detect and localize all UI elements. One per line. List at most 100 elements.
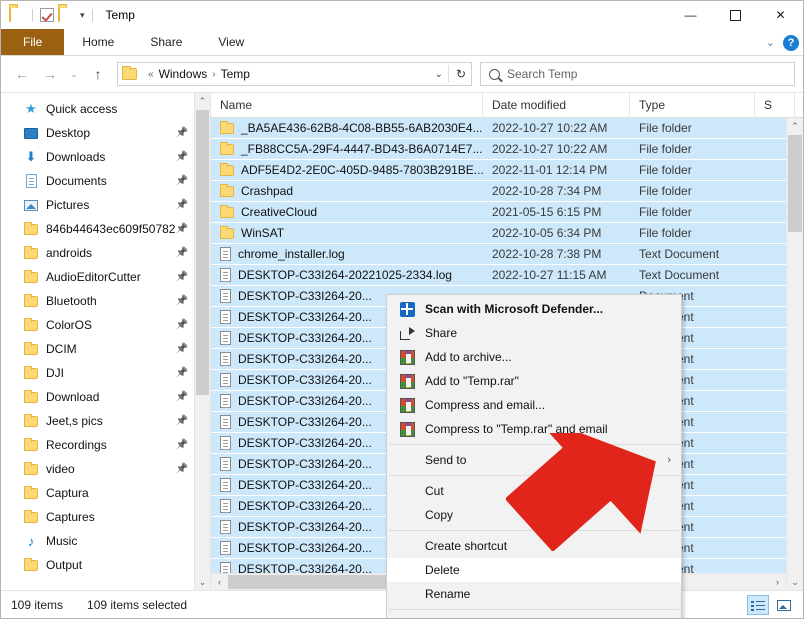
- tab-view[interactable]: View: [200, 29, 262, 55]
- menu-item-add-to-temp-rar[interactable]: Add to "Temp.rar": [387, 369, 681, 393]
- column-header-label: S: [764, 98, 773, 112]
- sidebar-item-dcim[interactable]: DCIM 📌: [1, 337, 210, 361]
- pin-icon[interactable]: 📌: [176, 152, 188, 163]
- sidebar-item-documents[interactable]: Documents 📌: [1, 169, 210, 193]
- menu-item-copy[interactable]: Copy: [387, 503, 681, 527]
- menu-item-create-shortcut[interactable]: Create shortcut: [387, 534, 681, 558]
- back-button[interactable]: ←: [9, 61, 35, 87]
- text-document-icon: [220, 499, 231, 513]
- file-name: WinSAT: [241, 226, 285, 240]
- menu-item-add-to-archive[interactable]: Add to archive...: [387, 345, 681, 369]
- chevron-down-icon[interactable]: ▾: [80, 10, 85, 21]
- table-row[interactable]: WinSAT 2022-10-05 6:34 PM File folder: [211, 223, 786, 244]
- pin-icon[interactable]: 📌: [176, 320, 188, 331]
- scroll-up-icon[interactable]: ⌃: [787, 118, 803, 134]
- file-list-vertical-scrollbar[interactable]: ⌃ ⌄: [786, 118, 803, 590]
- scroll-down-icon[interactable]: ⌄: [195, 574, 210, 590]
- column-header-type[interactable]: Type: [630, 93, 755, 118]
- pin-icon[interactable]: 📌: [176, 344, 188, 355]
- pin-icon[interactable]: 📌: [176, 296, 188, 307]
- pin-icon[interactable]: 📌: [176, 392, 188, 403]
- menu-item-compress-and-email[interactable]: Compress and email...: [387, 393, 681, 417]
- menu-item-scan-with-microsoft-defender[interactable]: Scan with Microsoft Defender...: [387, 297, 681, 321]
- sidebar-item-desktop[interactable]: Desktop 📌: [1, 121, 210, 145]
- tab-share[interactable]: Share: [132, 29, 200, 55]
- sidebar-item-recordings[interactable]: Recordings 📌: [1, 433, 210, 457]
- minimize-button[interactable]: —: [668, 1, 713, 29]
- table-row[interactable]: Crashpad 2022-10-28 7:34 PM File folder: [211, 181, 786, 202]
- recent-locations-button[interactable]: ⌄: [65, 61, 83, 87]
- breadcrumb[interactable]: « Windows › Temp ⌄ ↻: [117, 62, 472, 86]
- pin-icon[interactable]: 📌: [176, 464, 188, 475]
- sidebar-item-dji[interactable]: DJI 📌: [1, 361, 210, 385]
- sidebar-item-coloros[interactable]: ColorOS 📌: [1, 313, 210, 337]
- sidebar-item-audioeditorcutter[interactable]: AudioEditorCutter 📌: [1, 265, 210, 289]
- sidebar-item-bluetooth[interactable]: Bluetooth 📌: [1, 289, 210, 313]
- menu-item-properties[interactable]: Properties: [387, 613, 681, 618]
- help-icon[interactable]: ?: [783, 34, 799, 51]
- menu-item-compress-to-temp-rar-and-email[interactable]: Compress to "Temp.rar" and email: [387, 417, 681, 441]
- sidebar-item-output[interactable]: Output: [1, 553, 210, 577]
- details-view-button[interactable]: [747, 595, 769, 615]
- sidebar-item-androids[interactable]: androids 📌: [1, 241, 210, 265]
- sidebar-item-846b44643ec609f50782887[interactable]: 846b44643ec609f50782887à📌: [1, 217, 210, 241]
- sidebar-item-quick-access[interactable]: ★ Quick access: [1, 97, 210, 121]
- breadcrumb-item-temp[interactable]: Temp: [221, 67, 250, 81]
- tab-file[interactable]: File: [1, 29, 65, 55]
- pin-icon[interactable]: 📌: [176, 176, 188, 187]
- new-folder-icon[interactable]: [58, 6, 74, 23]
- sidebar-item-jeet-s-pics[interactable]: Jeet,s pics 📌: [1, 409, 210, 433]
- table-row[interactable]: ADF5E4D2-2E0C-405D-9485-7803B291BE... 202…: [211, 160, 786, 181]
- sidebar-item-video[interactable]: video 📌: [1, 457, 210, 481]
- menu-item-cut[interactable]: Cut: [387, 479, 681, 503]
- table-row[interactable]: chrome_installer.log 2022-10-28 7:38 PM Te…: [211, 244, 786, 265]
- scroll-left-icon[interactable]: ‹: [211, 574, 228, 590]
- scroll-right-icon[interactable]: ›: [769, 574, 786, 590]
- scroll-up-icon[interactable]: ⌃: [195, 93, 210, 109]
- column-header-date-modified[interactable]: Date modified: [483, 93, 630, 118]
- pin-icon[interactable]: 📌: [176, 128, 188, 139]
- menu-item-rename[interactable]: Rename: [387, 582, 681, 606]
- file-name: DESKTOP-C33I264-20...: [238, 352, 372, 366]
- tab-home[interactable]: Home: [64, 29, 132, 55]
- scrollbar-thumb[interactable]: [196, 110, 209, 395]
- pin-icon[interactable]: 📌: [176, 200, 188, 211]
- column-header-name[interactable]: ⌃ Name: [211, 93, 483, 118]
- scrollbar-thumb[interactable]: [788, 135, 802, 232]
- table-row[interactable]: CreativeCloud 2021-05-15 6:15 PM File fold…: [211, 202, 786, 223]
- sidebar-item-download[interactable]: Download 📌: [1, 385, 210, 409]
- menu-item-share[interactable]: Share: [387, 321, 681, 345]
- pin-icon[interactable]: 📌: [176, 416, 188, 427]
- folder-icon[interactable]: [9, 6, 25, 23]
- sidebar-item-captura[interactable]: Captura: [1, 481, 210, 505]
- chevron-down-icon[interactable]: ⌄: [435, 69, 443, 80]
- pin-icon[interactable]: 📌: [176, 368, 188, 379]
- pin-icon[interactable]: 📌: [176, 440, 188, 451]
- sidebar-scrollbar[interactable]: ⌃ ⌄: [194, 93, 210, 590]
- scroll-down-icon[interactable]: ⌄: [787, 574, 803, 590]
- column-header-size[interactable]: S: [755, 93, 795, 118]
- menu-item-delete[interactable]: Delete: [387, 558, 681, 582]
- close-button[interactable]: ✕: [758, 1, 803, 29]
- sidebar-item-pictures[interactable]: Pictures 📌: [1, 193, 210, 217]
- maximize-button[interactable]: [713, 1, 758, 29]
- table-row[interactable]: _BA5AE436-62B8-4C08-BB55-6AB2030E4... 202…: [211, 118, 786, 139]
- properties-checkbox-icon[interactable]: [40, 8, 54, 22]
- sidebar-item-captures[interactable]: Captures: [1, 505, 210, 529]
- menu-item-send-to[interactable]: Send to ›: [387, 448, 681, 472]
- forward-button[interactable]: →: [37, 61, 63, 87]
- chevron-down-icon[interactable]: ⌄: [766, 36, 775, 49]
- sidebar-item-music[interactable]: ♪ Music: [1, 529, 210, 553]
- search-input[interactable]: Search Temp: [480, 62, 795, 86]
- pin-icon[interactable]: 📌: [176, 272, 188, 283]
- pin-icon[interactable]: 📌: [176, 248, 188, 259]
- up-button[interactable]: ↑: [85, 61, 111, 87]
- breadcrumb-overflow-icon[interactable]: «: [148, 69, 154, 80]
- table-row[interactable]: _FB88CC5A-29F4-4447-BD43-B6A0714E7... 202…: [211, 139, 786, 160]
- refresh-icon[interactable]: ↻: [456, 67, 466, 81]
- table-row[interactable]: DESKTOP-C33I264-20221025-2334.log 2022-10…: [211, 265, 786, 286]
- pin-icon[interactable]: 📌: [176, 224, 188, 235]
- large-icons-view-button[interactable]: [773, 595, 795, 615]
- sidebar-item-downloads[interactable]: ⬇ Downloads 📌: [1, 145, 210, 169]
- breadcrumb-item-windows[interactable]: Windows: [159, 67, 208, 81]
